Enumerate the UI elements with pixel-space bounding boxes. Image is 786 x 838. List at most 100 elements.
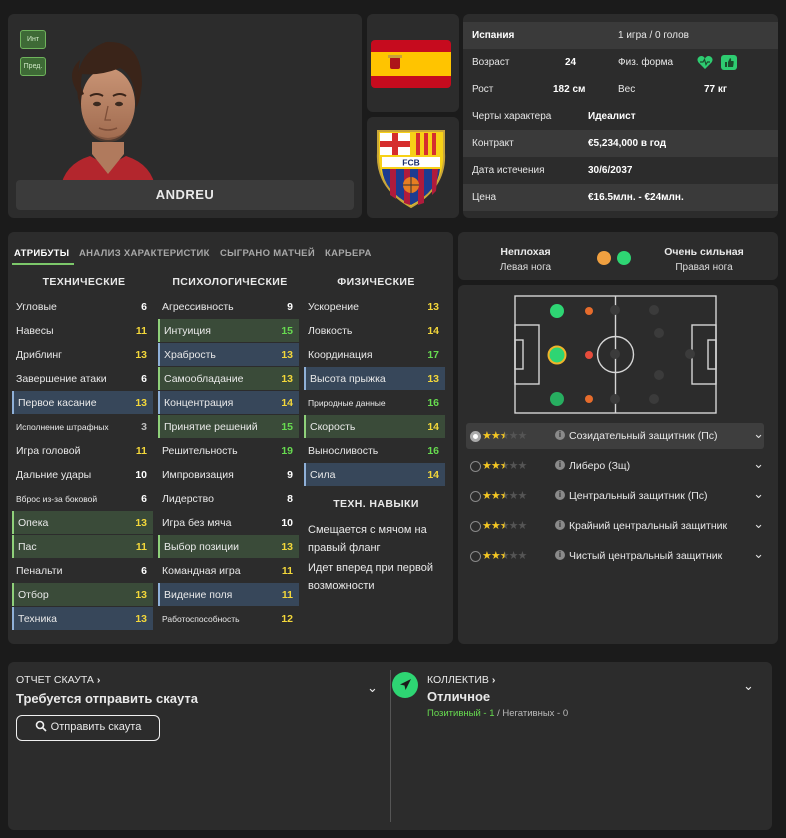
attribute-row[interactable]: Пенальти 6	[12, 559, 153, 582]
attribute-name: Выносливость	[308, 445, 379, 457]
attribute-row[interactable]: Решительность 19	[158, 439, 299, 462]
player-info-card: Испания 1 игра / 0 голов Возраст 24 Физ.…	[463, 14, 778, 218]
info-row-age: Возраст 24 Физ. форма	[463, 49, 778, 76]
attribute-row[interactable]: Исполнение штрафных 3	[12, 415, 153, 438]
attribute-row[interactable]: Ловкость 14	[304, 319, 445, 342]
role-radio[interactable]	[470, 431, 481, 442]
role-radio[interactable]	[470, 491, 481, 502]
attribute-row[interactable]: Агрессивность 9	[158, 295, 299, 318]
attribute-row[interactable]: Техника 13	[12, 607, 153, 630]
attribute-row[interactable]: Природные данные 16	[304, 391, 445, 414]
scout-report-link[interactable]: ОТЧЕТ СКАУТА ›	[16, 674, 100, 686]
attribute-row[interactable]: Навесы 11	[12, 319, 153, 342]
info-icon[interactable]: i	[555, 430, 565, 440]
attribute-value: 19	[281, 445, 293, 457]
chevron-down-icon[interactable]: ⌄	[367, 680, 378, 696]
position-dot-dc-selected	[547, 345, 567, 365]
attribute-row[interactable]: Видение поля 11	[158, 583, 299, 606]
role-row[interactable]: ★★★★★ i Чистый центральный защитник ⌄	[466, 543, 764, 569]
attribute-row[interactable]: Первое касание 13	[12, 391, 153, 414]
club-crest-icon[interactable]: FCB	[372, 127, 450, 209]
tab-attributes[interactable]: АТРИБУТЫ	[14, 248, 69, 259]
role-radio[interactable]	[470, 551, 481, 562]
role-row[interactable]: ★★★★★ i Созидательный защитник (Пс) ⌄	[466, 423, 764, 449]
chevron-down-icon[interactable]: ⌄	[743, 678, 754, 694]
attribute-row[interactable]: Высота прыжка 13	[304, 367, 445, 390]
attribute-name: Дриблинг	[16, 349, 62, 361]
age-value: 24	[565, 57, 577, 68]
attribute-value: 14	[427, 469, 439, 481]
attribute-value: 16	[427, 445, 439, 457]
badge-pred[interactable]: Пред.	[20, 57, 46, 76]
pitch-diagram[interactable]	[514, 295, 717, 414]
chevron-down-icon[interactable]: ⌄	[753, 426, 764, 442]
scout-report-title: ОТЧЕТ СКАУТА	[16, 674, 94, 686]
role-row[interactable]: ★★★★★ i Центральный защитник (Пс) ⌄	[466, 483, 764, 509]
attribute-name: Природные данные	[308, 398, 386, 408]
attribute-row[interactable]: Координация 17	[304, 343, 445, 366]
height-value: 182 см	[553, 84, 586, 95]
team-compass-icon	[392, 672, 418, 698]
attribute-row[interactable]: Командная игра 11	[158, 559, 299, 582]
tab-analysis[interactable]: АНАЛИЗ ХАРАКТЕРИСТИК	[79, 248, 210, 259]
tab-career[interactable]: КАРЬЕРА	[325, 248, 372, 259]
attribute-name: Исполнение штрафных	[16, 422, 109, 432]
chevron-down-icon[interactable]: ⌄	[753, 546, 764, 562]
attribute-row[interactable]: Опека 13	[12, 511, 153, 534]
attribute-row[interactable]: Игра без мяча 10	[158, 511, 299, 534]
role-row[interactable]: ★★★★★ i Крайний центральный защитник ⌄	[466, 513, 764, 539]
attribute-row[interactable]: Дальние удары 10	[12, 463, 153, 486]
attribute-row[interactable]: Импровизация 9	[158, 463, 299, 486]
info-icon[interactable]: i	[555, 490, 565, 500]
attribute-name: Командная игра	[162, 565, 241, 577]
attribute-row[interactable]: Храбрость 13	[158, 343, 299, 366]
attribute-value: 13	[135, 397, 147, 409]
attribute-row[interactable]: Работоспособность 12	[158, 607, 299, 630]
send-scout-button[interactable]: Отправить скаута	[16, 715, 160, 741]
attribute-row[interactable]: Дриблинг 13	[12, 343, 153, 366]
chevron-down-icon[interactable]: ⌄	[753, 486, 764, 502]
attribute-value: 10	[135, 469, 147, 481]
attribute-row[interactable]: Ускорение 13	[304, 295, 445, 318]
attribute-row[interactable]: Вброс из-за боковой 6	[12, 487, 153, 510]
attribute-value: 6	[141, 565, 147, 577]
attribute-row[interactable]: Выбор позиции 13	[158, 535, 299, 558]
attribute-row[interactable]: Принятие решений 15	[158, 415, 299, 438]
info-icon[interactable]: i	[555, 550, 565, 560]
attribute-row[interactable]: Самообладание 13	[158, 367, 299, 390]
attribute-row[interactable]: Лидерство 8	[158, 487, 299, 510]
chevron-down-icon[interactable]: ⌄	[753, 456, 764, 472]
role-radio[interactable]	[470, 521, 481, 532]
role-row[interactable]: ★★★★★ i Либеро (Зщ) ⌄	[466, 453, 764, 479]
spain-flag-icon	[371, 40, 451, 88]
search-icon	[35, 720, 47, 732]
attribute-name: Интуиция	[164, 325, 211, 337]
attribute-name: Скорость	[310, 421, 356, 433]
attribute-row[interactable]: Выносливость 16	[304, 439, 445, 462]
attribute-row[interactable]: Завершение атаки 6	[12, 367, 153, 390]
info-icon[interactable]: i	[555, 460, 565, 470]
attribute-name: Самообладание	[164, 373, 244, 385]
attribute-value: 13	[135, 613, 147, 625]
attribute-row[interactable]: Интуиция 15	[158, 319, 299, 342]
attribute-value: 15	[281, 421, 293, 433]
attribute-name: Сила	[310, 469, 336, 481]
role-radio[interactable]	[470, 461, 481, 472]
role-name: Чистый центральный защитник	[569, 550, 723, 562]
attribute-row[interactable]: Концентрация 14	[158, 391, 299, 414]
team-link[interactable]: КОЛЛЕКТИВ ›	[427, 674, 495, 686]
badge-int[interactable]: Инт	[20, 30, 46, 49]
attribute-row[interactable]: Сила 14	[304, 463, 445, 486]
attribute-value: 13	[135, 517, 147, 529]
traits-value[interactable]: Идеалист	[588, 111, 636, 122]
attribute-name: Лидерство	[162, 493, 214, 505]
attribute-name: Игра головой	[16, 445, 81, 457]
attribute-row[interactable]: Игра головой 11	[12, 439, 153, 462]
tab-matches[interactable]: СЫГРАНО МАТЧЕЙ	[220, 248, 315, 259]
info-icon[interactable]: i	[555, 520, 565, 530]
attribute-row[interactable]: Пас 11	[12, 535, 153, 558]
attribute-row[interactable]: Скорость 14	[304, 415, 445, 438]
attribute-row[interactable]: Отбор 13	[12, 583, 153, 606]
attribute-row[interactable]: Угловые 6	[12, 295, 153, 318]
chevron-down-icon[interactable]: ⌄	[753, 516, 764, 532]
